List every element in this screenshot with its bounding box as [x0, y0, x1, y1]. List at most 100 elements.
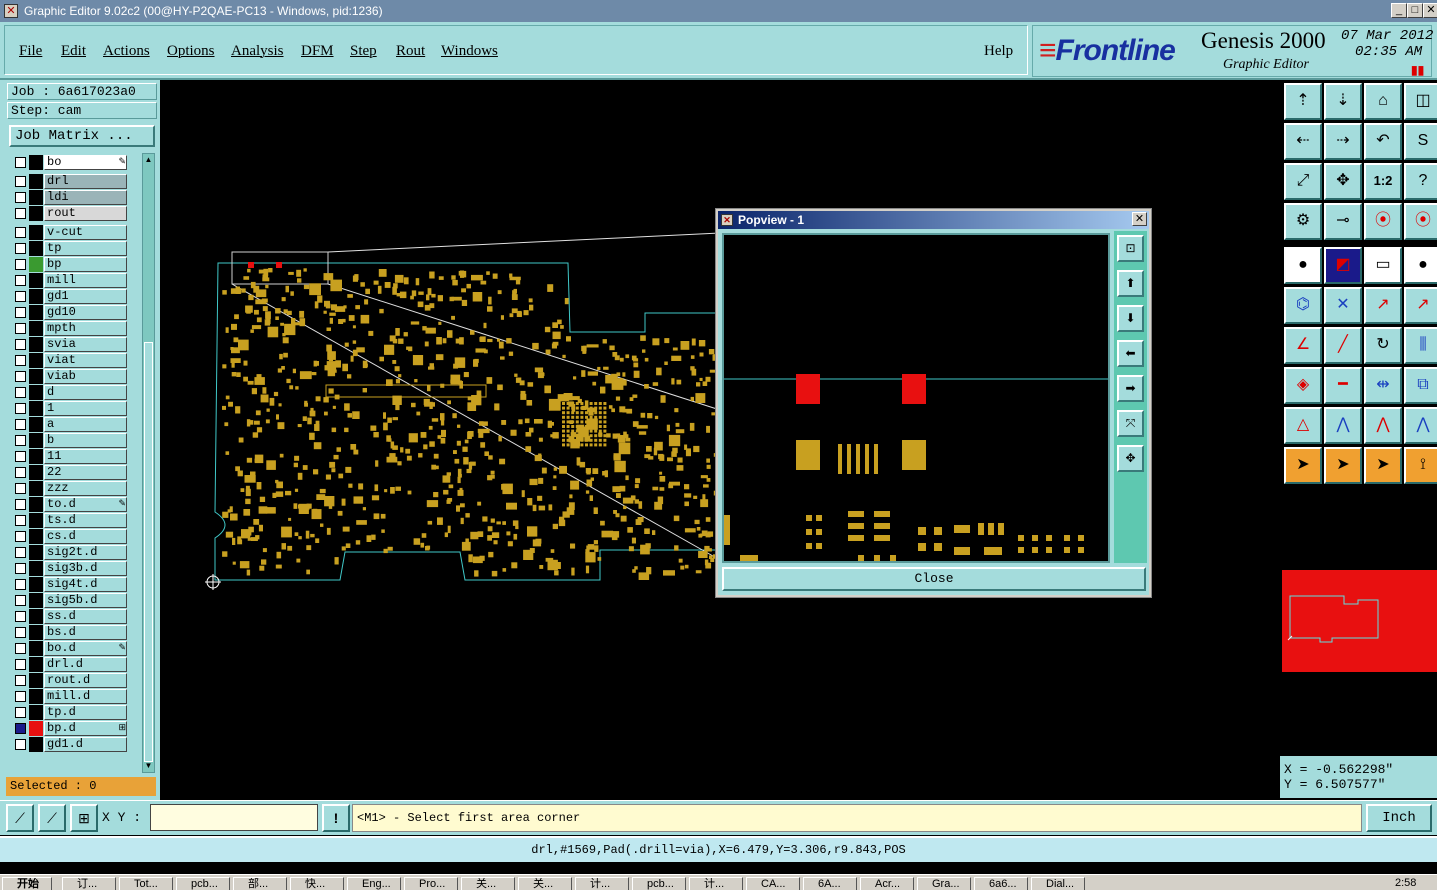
layer-name[interactable]: mill: [44, 273, 127, 288]
layer-row[interactable]: gd1: [11, 289, 131, 304]
layer-row[interactable]: d: [11, 385, 131, 400]
home-icon[interactable]: ⌂: [1364, 83, 1402, 120]
popview-dialog[interactable]: ✕ Popview - 1 ✕ ⊡ ⬆ ⬇ ⬅ ➡ ⤧ ✥ Close: [715, 208, 1152, 598]
layer-color-swatch[interactable]: [29, 289, 43, 304]
layer-name[interactable]: sig5b.d: [44, 593, 127, 608]
popview-pan-down-icon[interactable]: ⬇: [1117, 305, 1144, 332]
split-view-icon[interactable]: ◫: [1404, 83, 1437, 120]
layer-color-swatch[interactable]: [29, 577, 43, 592]
layer-checkbox[interactable]: [15, 339, 26, 350]
layer-name[interactable]: svia: [44, 337, 127, 352]
taskbar-item[interactable]: 关...: [518, 877, 572, 890]
layer-checkbox[interactable]: [15, 515, 26, 526]
layer-checkbox[interactable]: [15, 691, 26, 702]
layer-row[interactable]: a: [11, 417, 131, 432]
undo-view-icon[interactable]: ↶: [1364, 123, 1402, 160]
arc-alt-icon[interactable]: ⋀: [1404, 407, 1437, 444]
layer-color-swatch[interactable]: [29, 369, 43, 384]
pan-left-icon[interactable]: ⇠: [1284, 123, 1322, 160]
measure-icon[interactable]: ▭: [1364, 247, 1402, 284]
layer-color-swatch[interactable]: [29, 593, 43, 608]
mirror-icon[interactable]: ⫼: [1404, 327, 1437, 364]
layer-row[interactable]: b: [11, 433, 131, 448]
layer-name[interactable]: gd1.d: [44, 737, 127, 752]
layer-checkbox[interactable]: [15, 291, 26, 302]
layer-row[interactable]: bp: [11, 257, 131, 272]
zoom-center-icon[interactable]: ✥: [1324, 163, 1362, 200]
menu-analysis[interactable]: Analysis: [231, 43, 284, 60]
layer-checkbox[interactable]: [15, 579, 26, 590]
menu-help[interactable]: Help: [984, 43, 1013, 60]
menu-options[interactable]: Options: [167, 43, 215, 60]
layer-name[interactable]: zzz: [44, 481, 127, 496]
taskbar-item[interactable]: 6a6...: [974, 877, 1028, 890]
layer-color-swatch[interactable]: [29, 481, 43, 496]
layer-checkbox[interactable]: [15, 563, 26, 574]
layer-checkbox[interactable]: [15, 275, 26, 286]
layer-checkbox[interactable]: [15, 659, 26, 670]
taskbar-item[interactable]: Acr...: [860, 877, 914, 890]
pause-icon[interactable]: ▮▮: [1411, 63, 1424, 77]
layer-name[interactable]: drl.d: [44, 657, 127, 672]
zoom-fit-icon[interactable]: ⤢: [1284, 163, 1322, 200]
overview-map[interactable]: [1282, 570, 1437, 672]
arrow-up-icon[interactable]: ⋀: [1324, 407, 1362, 444]
layer-color-swatch[interactable]: [29, 190, 43, 205]
unit-selector[interactable]: Inch: [1366, 804, 1432, 832]
move-icon[interactable]: ↗: [1364, 287, 1402, 324]
layer-name[interactable]: v-cut: [44, 225, 127, 240]
layer-checkbox[interactable]: [15, 595, 26, 606]
layer-row[interactable]: mill.d: [11, 689, 131, 704]
layer-checkbox[interactable]: [15, 259, 26, 270]
layer-row[interactable]: viab: [11, 369, 131, 384]
layer-color-swatch[interactable]: [29, 689, 43, 704]
rotate-icon[interactable]: ↻: [1364, 327, 1402, 364]
popview-pan-left-icon[interactable]: ⬅: [1117, 340, 1144, 367]
delete-icon[interactable]: ✕: [1324, 287, 1362, 324]
layer-name[interactable]: to.d: [44, 497, 127, 512]
layer-name[interactable]: sig4t.d: [44, 577, 127, 592]
menu-actions[interactable]: Actions: [103, 43, 150, 60]
maximize-button[interactable]: □: [1407, 3, 1423, 18]
layer-checkbox[interactable]: [15, 627, 26, 638]
layer-row[interactable]: 1: [11, 401, 131, 416]
probe-icon[interactable]: ⊸: [1324, 203, 1362, 240]
layer-name[interactable]: mpth: [44, 321, 127, 336]
layer-row[interactable]: svia: [11, 337, 131, 352]
layer-checkbox[interactable]: [15, 675, 26, 686]
layer-row[interactable]: drl.d: [11, 657, 131, 672]
layer-checkbox[interactable]: [15, 192, 26, 203]
angle-icon[interactable]: ∠: [1284, 327, 1322, 364]
layer-checkbox[interactable]: [15, 643, 26, 654]
layer-color-swatch[interactable]: [29, 174, 43, 189]
layer-color-swatch[interactable]: [29, 273, 43, 288]
layer-name[interactable]: sig3b.d: [44, 561, 127, 576]
layer-checkbox[interactable]: [15, 467, 26, 478]
layer-row[interactable]: zzz: [11, 481, 131, 496]
taskbar-item[interactable]: Gra...: [917, 877, 971, 890]
layer-checkbox[interactable]: [15, 483, 26, 494]
layer-color-swatch[interactable]: [29, 417, 43, 432]
add-feature-icon[interactable]: ●: [1284, 247, 1322, 284]
xy-input[interactable]: [150, 804, 318, 831]
menu-dfm[interactable]: DFM: [301, 43, 334, 60]
layer-row[interactable]: ss.d: [11, 609, 131, 624]
taskbar-item[interactable]: CA...: [746, 877, 800, 890]
close-window-button[interactable]: ✕: [1423, 3, 1437, 18]
layer-color-swatch[interactable]: [29, 433, 43, 448]
layer-color-swatch[interactable]: [29, 721, 43, 736]
layer-checkbox[interactable]: [15, 499, 26, 510]
select-icon[interactable]: ➤: [1284, 447, 1322, 484]
popview-close-icon[interactable]: ✕: [1132, 212, 1147, 226]
layer-checkbox[interactable]: [15, 355, 26, 366]
pan-right-icon[interactable]: ⇢: [1324, 123, 1362, 160]
redraw-icon[interactable]: S: [1404, 123, 1437, 160]
taskbar-item[interactable]: 订...: [62, 877, 116, 890]
popview-fit-icon[interactable]: ⤧: [1117, 410, 1144, 437]
snap-grid-icon[interactable]: ⟋: [6, 804, 34, 832]
layer-name[interactable]: tp: [44, 241, 127, 256]
graphic-canvas[interactable]: ✕ Popview - 1 ✕ ⊡ ⬆ ⬇ ⬅ ➡ ⤧ ✥ Close: [160, 80, 1280, 800]
layer-color-swatch[interactable]: [29, 705, 43, 720]
layer-row[interactable]: to.d ✎: [11, 497, 131, 512]
layer-row[interactable]: viat: [11, 353, 131, 368]
